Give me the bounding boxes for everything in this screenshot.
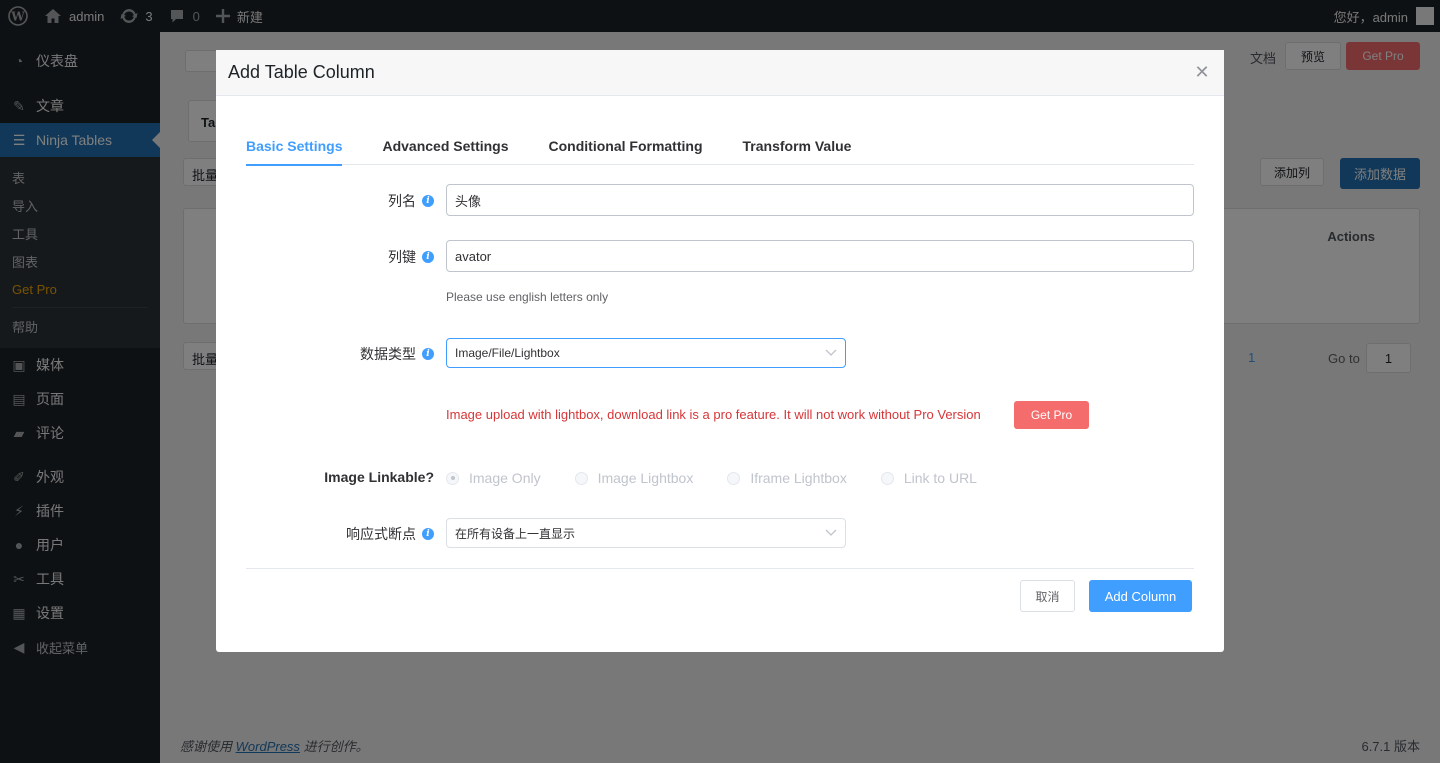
tab-conditional-formatting[interactable]: Conditional Formatting [549,130,703,165]
image-linkable-radio-group: Image Only Image Lightbox Iframe Lightbo… [446,470,1011,486]
get-pro-button[interactable]: Get Pro [1014,401,1089,429]
breakpoint-label: 响应式断点 i [346,524,434,544]
radio-dot [880,471,894,485]
radio-label: Image Only [469,470,541,486]
radio-image-lightbox[interactable]: Image Lightbox [574,470,694,486]
column-name-input[interactable] [446,184,1194,216]
radio-label: Link to URL [903,470,977,486]
footer-divider [246,568,1194,569]
dialog-header: Add Table Column ✕ [216,50,1224,96]
label-text: Image Linkable? [324,469,434,485]
radio-image-only[interactable]: Image Only [446,470,541,486]
info-icon[interactable]: i [422,528,434,540]
column-key-input[interactable] [446,240,1194,272]
chevron-down-icon [825,529,837,537]
info-icon[interactable]: i [422,251,434,263]
breakpoint-select[interactable]: 在所有设备上一直显示 [446,518,846,548]
radio-label: Image Lightbox [597,470,694,486]
info-icon[interactable]: i [422,195,434,207]
tab-advanced-settings[interactable]: Advanced Settings [382,130,508,165]
data-type-label: 数据类型 i [360,344,434,364]
info-icon[interactable]: i [422,348,434,360]
label-text: 列键 [388,249,416,265]
radio-dot [446,471,459,485]
chevron-down-icon [825,349,837,357]
radio-label: Iframe Lightbox [750,470,847,486]
tab-transform-value[interactable]: Transform Value [743,130,852,165]
radio-dot [727,471,741,485]
column-key-help: Please use english letters only [446,290,609,304]
radio-iframe-lightbox[interactable]: Iframe Lightbox [727,470,847,486]
close-icon[interactable]: ✕ [1192,62,1212,83]
tab-basic-settings[interactable]: Basic Settings [246,130,343,166]
settings-tabs: Basic Settings Advanced Settings Conditi… [246,130,1194,166]
add-column-submit-button[interactable]: Add Column [1089,580,1192,612]
label-text: 响应式断点 [346,526,416,542]
add-column-dialog: Add Table Column ✕ Basic Settings Advanc… [216,50,1224,652]
pro-feature-warning: Image upload with lightbox, download lin… [446,407,981,422]
radio-link-to-url[interactable]: Link to URL [880,470,977,486]
dialog-title: Add Table Column [228,62,375,82]
radio-dot [574,471,588,485]
data-type-select[interactable]: Image/File/Lightbox [446,338,846,368]
column-key-label: 列键 i [388,247,434,267]
label-text: 列名 [388,193,416,209]
breakpoint-value: 在所有设备上一直显示 [455,526,576,541]
image-linkable-label: Image Linkable? [324,469,434,485]
label-text: 数据类型 [360,346,416,362]
data-type-value: Image/File/Lightbox [455,346,560,360]
column-name-label: 列名 i [388,191,434,211]
cancel-button[interactable]: 取消 [1020,580,1075,612]
